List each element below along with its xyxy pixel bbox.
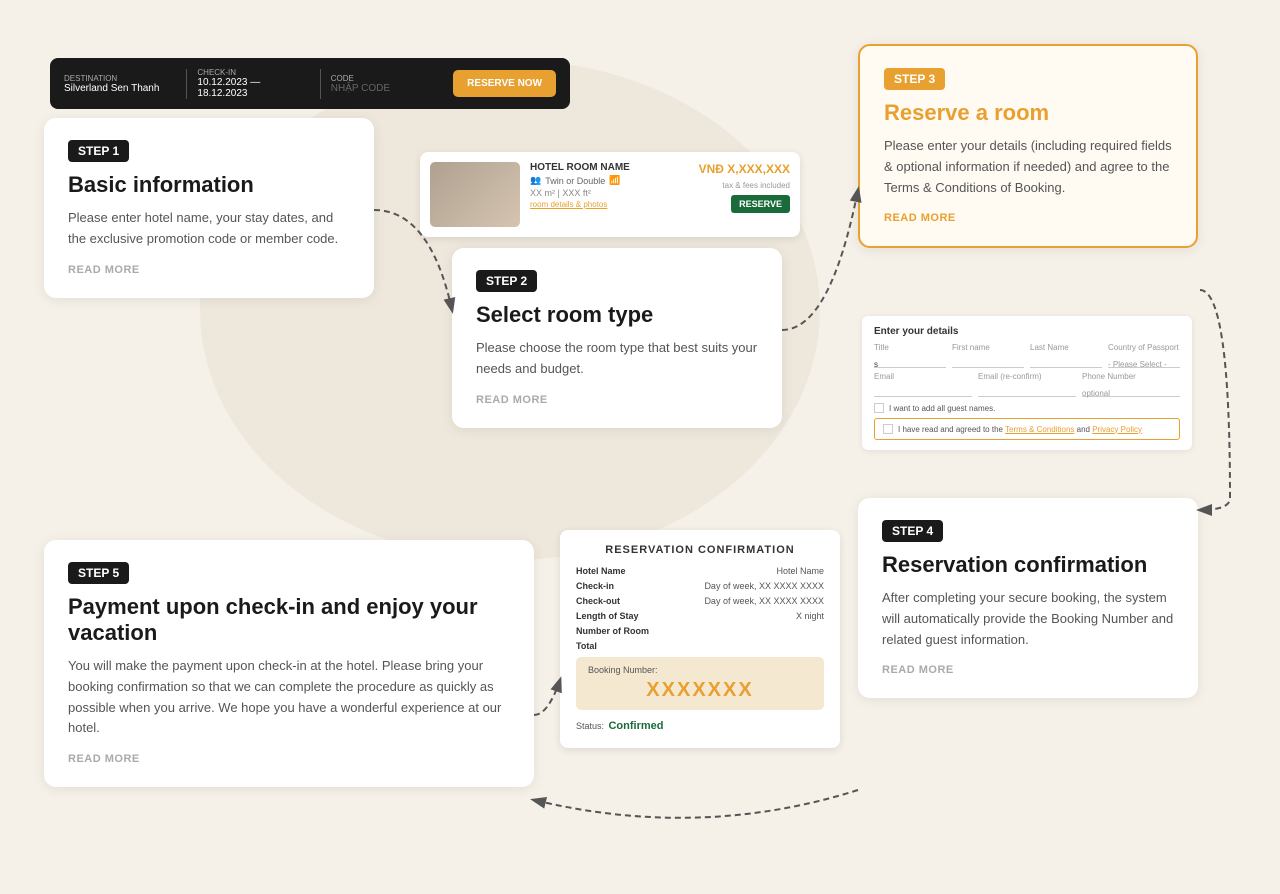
- privacy-link[interactable]: Privacy Policy: [1092, 425, 1142, 434]
- step3-desc: Please enter your details (including req…: [884, 136, 1172, 198]
- hotel-label: Hotel Name: [576, 566, 626, 576]
- confirm-total-row: Total: [576, 641, 824, 651]
- step2-read-more[interactable]: READ MORE: [476, 394, 758, 406]
- details-row-2: Email Email (re-confirm) Phone Number op…: [874, 372, 1180, 397]
- destination-label: DESTINATION: [64, 74, 176, 83]
- checkout-label: Check-out: [576, 596, 620, 606]
- enter-details-preview: Enter your details Title s First name La…: [862, 316, 1192, 450]
- reserve-now-button[interactable]: RESERVE NOW: [453, 70, 556, 97]
- room-info: HOTEL ROOM NAME 👥Twin or Double 📶 XX m² …: [530, 162, 689, 227]
- step3-card: STEP 3 Reserve a room Please enter your …: [858, 44, 1198, 248]
- email-confirm-col: Email (re-confirm): [978, 372, 1076, 397]
- code-value: NHẬP CODE: [331, 83, 443, 94]
- destination-value: Silverland Sen Thanh: [64, 83, 176, 94]
- guest-names-checkbox[interactable]: [874, 403, 884, 413]
- step5-title: Payment upon check-in and enjoy your vac…: [68, 594, 510, 646]
- phone-col: Phone Number optional: [1082, 372, 1180, 397]
- step1-desc: Please enter hotel name, your stay dates…: [68, 208, 350, 250]
- booking-number: XXXXXXX: [588, 679, 812, 702]
- step2-card: STEP 2 Select room type Please choose th…: [452, 248, 782, 428]
- title-col: Title s: [874, 343, 946, 368]
- booking-number-box: Booking Number: XXXXXXX: [576, 657, 824, 710]
- total-label: Total: [576, 641, 597, 651]
- step4-title: Reservation confirmation: [882, 552, 1174, 578]
- divider1: [186, 69, 187, 99]
- room-details-link[interactable]: room details & photos: [530, 200, 689, 209]
- confirm-length-row: Length of Stay X night: [576, 611, 824, 621]
- terms-text: I have read and agreed to the Terms & Co…: [898, 425, 1142, 434]
- divider2: [320, 69, 321, 99]
- hotel-value: Hotel Name: [776, 566, 824, 576]
- confirm-status: Status: Confirmed: [576, 716, 824, 734]
- guest-names-label: I want to add all guest names.: [889, 404, 995, 413]
- step2-badge: STEP 2: [476, 270, 537, 292]
- step5-read-more[interactable]: READ MORE: [68, 753, 510, 765]
- room-image: [430, 162, 520, 227]
- length-value: X night: [796, 611, 824, 621]
- length-label: Length of Stay: [576, 611, 639, 621]
- step1-title: Basic information: [68, 172, 350, 198]
- step3-badge: STEP 3: [884, 68, 945, 90]
- checkin-value: Day of week, XX XXXX XXXX: [704, 581, 824, 591]
- lastname-col: Last Name: [1030, 343, 1102, 368]
- reserve-room-button[interactable]: RESERVE: [731, 195, 790, 213]
- step2-title: Select room type: [476, 302, 758, 328]
- firstname-col: First name: [952, 343, 1024, 368]
- email-col: Email: [874, 372, 972, 397]
- room-name: HOTEL ROOM NAME: [530, 162, 689, 173]
- room-price-section: VNĐ X,XXX,XXX tax & fees included RESERV…: [699, 162, 790, 227]
- room-size: XX m² | XXX ft²: [530, 188, 689, 198]
- step1-badge: STEP 1: [68, 140, 129, 162]
- step5-card: STEP 5 Payment upon check-in and enjoy y…: [44, 540, 534, 787]
- checkin-label: CHECK-IN: [197, 68, 309, 77]
- step4-card: STEP 4 Reservation confirmation After co…: [858, 498, 1198, 698]
- status-label: Status:: [576, 721, 604, 731]
- rooms-label: Number of Room: [576, 626, 649, 636]
- step3-title: Reserve a room: [884, 100, 1172, 126]
- step5-desc: You will make the payment upon check-in …: [68, 656, 510, 739]
- terms-checkbox[interactable]: [883, 424, 893, 434]
- search-bar-preview: DESTINATION Silverland Sen Thanh CHECK-I…: [50, 58, 570, 109]
- confirm-title: RESERVATION CONFIRMATION: [576, 544, 824, 556]
- terms-row: I have read and agreed to the Terms & Co…: [874, 418, 1180, 440]
- status-value: Confirmed: [608, 720, 663, 732]
- step4-desc: After completing your secure booking, th…: [882, 588, 1174, 650]
- confirm-checkin-row: Check-in Day of week, XX XXXX XXXX: [576, 581, 824, 591]
- passport-col: Country of Passport - Please Select -: [1108, 343, 1180, 368]
- checkin-field: CHECK-IN 10.12.2023 — 18.12.2023: [197, 68, 309, 99]
- step2-desc: Please choose the room type that best su…: [476, 338, 758, 380]
- booking-number-label: Booking Number:: [588, 665, 812, 675]
- code-label: CODE: [331, 74, 443, 83]
- step4-badge: STEP 4: [882, 520, 943, 542]
- step1-read-more[interactable]: READ MORE: [68, 264, 350, 276]
- reservation-confirmation-preview: RESERVATION CONFIRMATION Hotel Name Hote…: [560, 530, 840, 748]
- room-price: VNĐ X,XXX,XXX: [699, 162, 790, 176]
- room-card-preview: HOTEL ROOM NAME 👥Twin or Double 📶 XX m² …: [420, 152, 800, 237]
- guest-names-row: I want to add all guest names.: [874, 403, 1180, 413]
- checkout-value: Day of week, XX XXXX XXXX: [704, 596, 824, 606]
- terms-link[interactable]: Terms & Conditions: [1005, 425, 1074, 434]
- step4-read-more[interactable]: READ MORE: [882, 664, 1174, 676]
- room-price-sub: tax & fees included: [722, 181, 790, 190]
- step5-badge: STEP 5: [68, 562, 129, 584]
- checkin-value: 10.12.2023 — 18.12.2023: [197, 77, 309, 99]
- step1-card: STEP 1 Basic information Please enter ho…: [44, 118, 374, 298]
- confirm-hotel-row: Hotel Name Hotel Name: [576, 566, 824, 576]
- room-type: 👥Twin or Double 📶: [530, 175, 689, 186]
- details-title: Enter your details: [874, 326, 1180, 337]
- checkin-label: Check-in: [576, 581, 614, 591]
- confirm-checkout-row: Check-out Day of week, XX XXXX XXXX: [576, 596, 824, 606]
- details-row-1: Title s First name Last Name Country of …: [874, 343, 1180, 368]
- confirm-rooms-row: Number of Room: [576, 626, 824, 636]
- code-field: CODE NHẬP CODE: [331, 74, 443, 94]
- step3-read-more[interactable]: READ MORE: [884, 212, 1172, 224]
- destination-field: DESTINATION Silverland Sen Thanh: [64, 74, 176, 94]
